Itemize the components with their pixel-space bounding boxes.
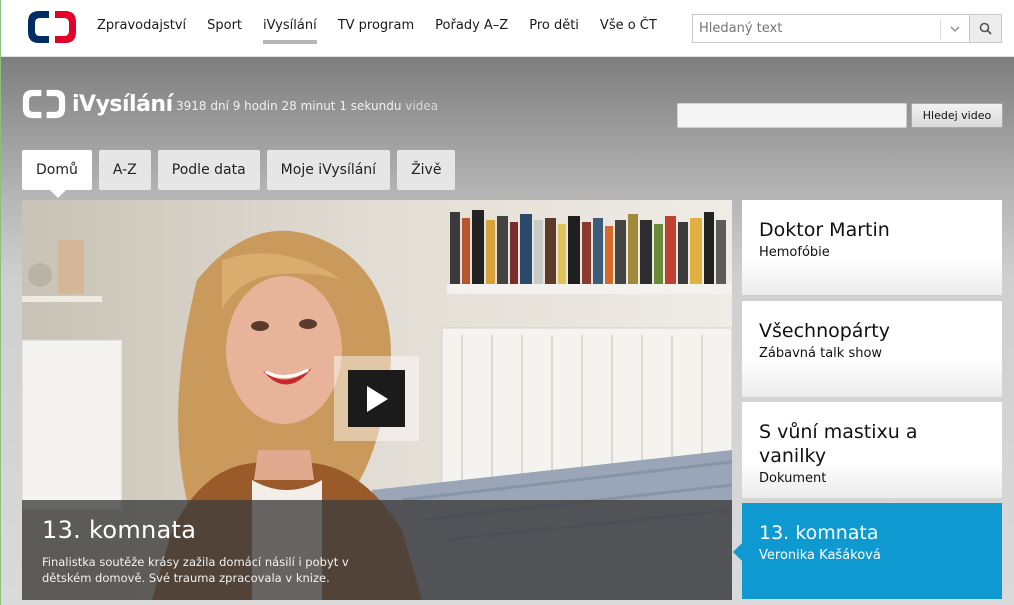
top-search-box [692, 14, 1002, 43]
side-item-13-komnata[interactable]: 13. komnata Veronika Kašáková [733, 503, 1002, 599]
featured-description: Finalistka soutěže krásy zažila domácí n… [42, 555, 349, 585]
side-item-title: S vůní mastixu a vanilky [759, 421, 918, 467]
nav-vse-o-ct[interactable]: Vše o ČT [600, 18, 657, 44]
chevron-down-icon[interactable] [941, 15, 969, 42]
tab-zive[interactable]: Živě [397, 150, 456, 190]
featured-caption: 13. komnata Finalistka soutěže krásy zaž… [22, 500, 732, 600]
search-icon [979, 22, 992, 35]
brand-name: iVysílání [72, 91, 173, 117]
play-button[interactable] [334, 356, 419, 441]
nav-zpravodajstvi[interactable]: Zpravodajství [97, 18, 186, 44]
nav-tv-program[interactable]: TV program [338, 18, 414, 44]
play-icon [348, 370, 405, 427]
tab-moje-ivysilani[interactable]: Moje iVysílání [266, 150, 391, 190]
nav-porady-a-z[interactable]: Pořady A–Z [435, 18, 508, 44]
side-item-subtitle: Dokument [759, 471, 827, 486]
side-item-title: Doktor Martin [759, 219, 890, 241]
top-bar: Zpravodajství Sport iVysílání TV program… [1, 0, 1014, 57]
tab-domu[interactable]: Domů [22, 150, 92, 198]
top-search-input[interactable] [693, 15, 940, 42]
section-tabs: Domů A-Z Podle data Moje iVysílání Živě [22, 150, 462, 198]
side-item-subtitle: Hemofóbie [759, 245, 830, 260]
side-item-subtitle: Zábavná talk show [759, 346, 883, 361]
side-item-title: Všechnopárty [759, 320, 890, 342]
archive-counter: 3918 dní 9 hodin 28 minut 1 sekundu vide… [176, 99, 438, 113]
search-video-button[interactable]: Hledej video [911, 103, 1003, 128]
search-button[interactable] [969, 15, 1001, 42]
side-item-s-vuni-mastixu[interactable]: S vůní mastixu a vanilky Dokument [742, 402, 1002, 498]
ivysilani-logo[interactable]: iVysílání [22, 89, 173, 119]
nav-sport[interactable]: Sport [207, 18, 242, 44]
top-navigation: Zpravodajství Sport iVysílání TV program… [97, 18, 678, 44]
counter-text: 3918 dní 9 hodin 28 minut 1 sekundu [176, 99, 402, 113]
nav-ivysilani[interactable]: iVysílání [263, 18, 317, 44]
side-item-title: 13. komnata [759, 522, 879, 544]
featured-video[interactable]: 13. komnata Finalistka soutěže krásy zaž… [22, 200, 732, 600]
featured-title[interactable]: 13. komnata [42, 516, 196, 544]
tab-podle-data[interactable]: Podle data [157, 150, 260, 190]
tab-a-z[interactable]: A-Z [98, 150, 151, 190]
ct-logo-white-icon [22, 89, 66, 119]
counter-videa-link[interactable]: videa [405, 99, 438, 113]
ivysilani-section: iVysílání 3918 dní 9 hodin 28 minut 1 se… [1, 57, 1014, 605]
side-item-vsechnoparty[interactable]: Všechnopárty Zábavná talk show [742, 301, 1002, 397]
side-item-subtitle: Veronika Kašáková [759, 548, 881, 563]
nav-pro-deti[interactable]: Pro děti [529, 18, 579, 44]
side-item-doktor-martin[interactable]: Doktor Martin Hemofóbie [742, 200, 1002, 295]
ct-logo-icon[interactable] [27, 10, 77, 44]
video-search-input[interactable] [677, 103, 907, 128]
